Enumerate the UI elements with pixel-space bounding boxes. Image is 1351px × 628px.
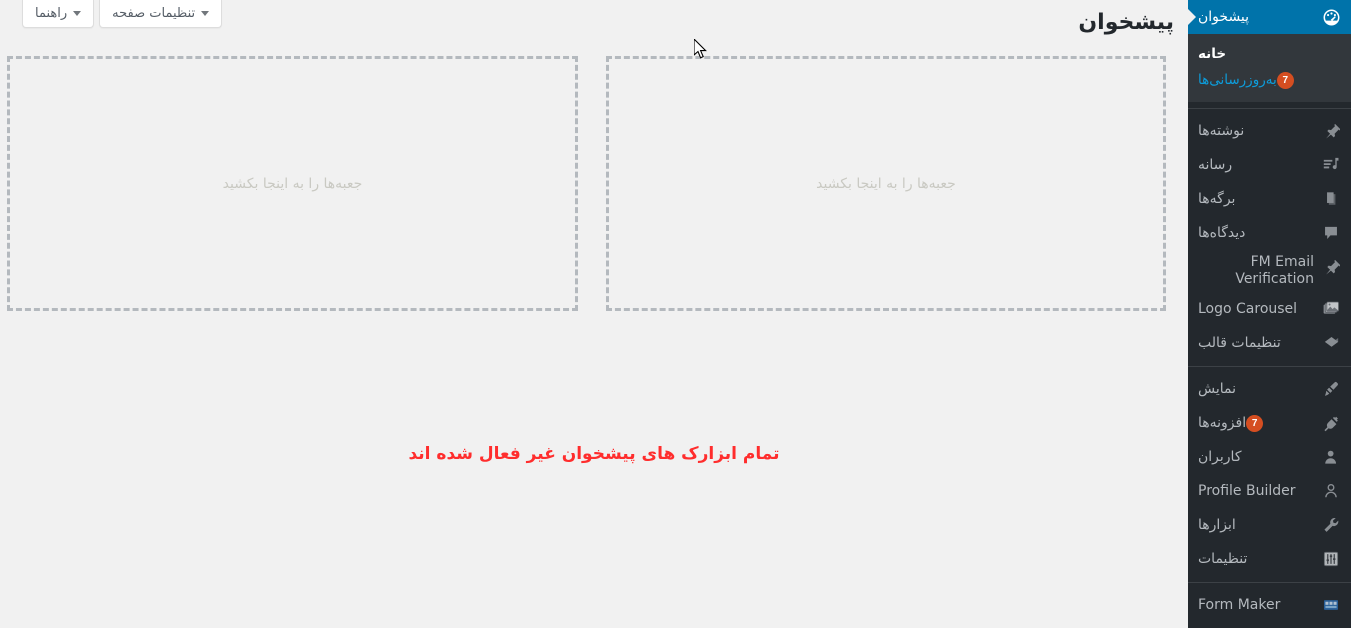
users-icon [1321,447,1341,467]
dashboard-column-right[interactable]: جعبه‌ها را به اینجا بکشید [606,56,1166,311]
screen-options-button[interactable]: تنظیمات صفحه [99,0,223,28]
dashboard-widgets-area: جعبه‌ها را به اینجا بکشید جعبه‌ها را به … [7,56,1166,311]
plug-icon [1321,413,1341,433]
screen-options-label: تنظیمات صفحه [112,5,196,21]
main-content: تنظیمات صفحه راهنما پیشخوان جعبه‌ها را ب… [0,0,1188,628]
sidebar-item-label: دیدگاه‌ها [1198,224,1246,241]
dashboard-icon [1321,7,1341,27]
dashboard-submenu: خانه 7 به‌روزرسانی‌ها [1188,34,1351,102]
person-outline-icon [1321,481,1341,501]
sidebar-item-label: تنظیمات [1198,550,1248,567]
sidebar-item-form-maker[interactable]: Form Maker [1188,588,1351,622]
drop-zone-right-label: جعبه‌ها را به اینجا بکشید [816,175,956,192]
admin-sidebar-menu[interactable]: پیشخوان خانه 7 به‌روزرسانی‌ها نوشته‌ها [1188,0,1351,628]
pin-icon [1321,121,1341,141]
sidebar-plugins-label-wrap: افزونه‌ها 7 [1196,414,1314,432]
gallery-icon [1321,299,1341,319]
media-icon [1321,155,1341,175]
sidebar-item-profile-builder[interactable]: Profile Builder [1188,474,1351,508]
pin-icon [1321,257,1341,277]
sidebar-item-label: FM Email Verification [1235,254,1314,287]
chevron-down-icon [73,11,82,16]
paintbrush-icon [1321,379,1341,399]
submenu-updates-label: به‌روزرسانی‌ها [1198,72,1277,88]
sidebar-item-plugins[interactable]: افزونه‌ها 7 [1188,406,1351,440]
menu-separator [1188,108,1351,109]
submenu-item-home[interactable]: خانه [1188,41,1351,67]
sidebar-item-label: تنظیمات قالب [1198,334,1281,351]
drop-zone-left-label: جعبه‌ها را به اینجا بکشید [222,175,363,192]
updates-badge: 7 [1276,71,1294,89]
chevron-down-icon [201,11,210,16]
sidebar-item-users[interactable]: کاربران [1188,440,1351,474]
drop-zone-left[interactable]: جعبه‌ها را به اینجا بکشید [7,56,578,311]
admin-screen: تنظیمات صفحه راهنما پیشخوان جعبه‌ها را ب… [0,0,1351,628]
top-bar: تنظیمات صفحه راهنما پیشخوان [0,0,1188,46]
sidebar-item-logo-carousel[interactable]: Logo Carousel [1188,292,1351,326]
comments-icon [1321,223,1341,243]
sidebar-item-label: ابزارها [1198,516,1236,533]
sidebar-item-settings[interactable]: تنظیمات [1188,542,1351,576]
sidebar-item-tools[interactable]: ابزارها [1188,508,1351,542]
menu-separator [1188,582,1351,583]
help-button[interactable]: راهنما [22,0,95,28]
sidebar-item-posts[interactable]: نوشته‌ها [1188,114,1351,148]
page-title: پیشخوان [1078,10,1174,35]
sidebar-item-label: نوشته‌ها [1198,122,1245,139]
plugins-badge: 7 [1246,414,1264,432]
submenu-item-updates[interactable]: 7 به‌روزرسانی‌ها [1188,67,1351,93]
submenu-home-label: خانه [1198,46,1227,62]
sidebar-item-comments[interactable]: دیدگاه‌ها [1188,216,1351,250]
screen-meta-links: تنظیمات صفحه راهنما [22,0,223,28]
sliders-icon [1321,549,1341,569]
sidebar-item-dashboard[interactable]: پیشخوان [1188,0,1351,34]
drop-zone-right[interactable]: جعبه‌ها را به اینجا بکشید [606,56,1166,311]
sidebar-item-label: رسانه [1198,156,1233,173]
sidebar-item-label: پیشخوان [1198,8,1250,25]
sidebar-item-label: افزونه‌ها [1198,414,1247,431]
sidebar-item-label: کاربران [1198,448,1242,465]
sidebar-item-label: Logo Carousel [1198,300,1298,317]
current-arrow-icon [1188,9,1196,25]
sidebar-item-fm-email-verification[interactable]: FM Email Verification [1188,250,1351,292]
menu-separator [1188,366,1351,367]
sidebar-item-label: Profile Builder [1198,482,1296,499]
pages-icon [1321,189,1341,209]
sidebar-item-label: نمایش [1198,380,1237,397]
diamond-icon [1321,333,1341,353]
dashboard-column-left[interactable]: جعبه‌ها را به اینجا بکشید [7,56,578,311]
sidebar-item-media[interactable]: رسانه [1188,148,1351,182]
form-icon [1321,595,1341,615]
help-label: راهنما [35,5,68,21]
sidebar-item-pages[interactable]: برگه‌ها [1188,182,1351,216]
sidebar-item-theme-settings[interactable]: تنظیمات قالب [1188,326,1351,360]
wrench-icon [1321,515,1341,535]
widgets-disabled-message: تمام ابزارک های پیشخوان غیر فعال شده اند [408,444,780,464]
sidebar-item-appearance[interactable]: نمایش [1188,372,1351,406]
sidebar-item-label: Form Maker [1198,596,1281,613]
sidebar-item-label: برگه‌ها [1198,190,1236,207]
